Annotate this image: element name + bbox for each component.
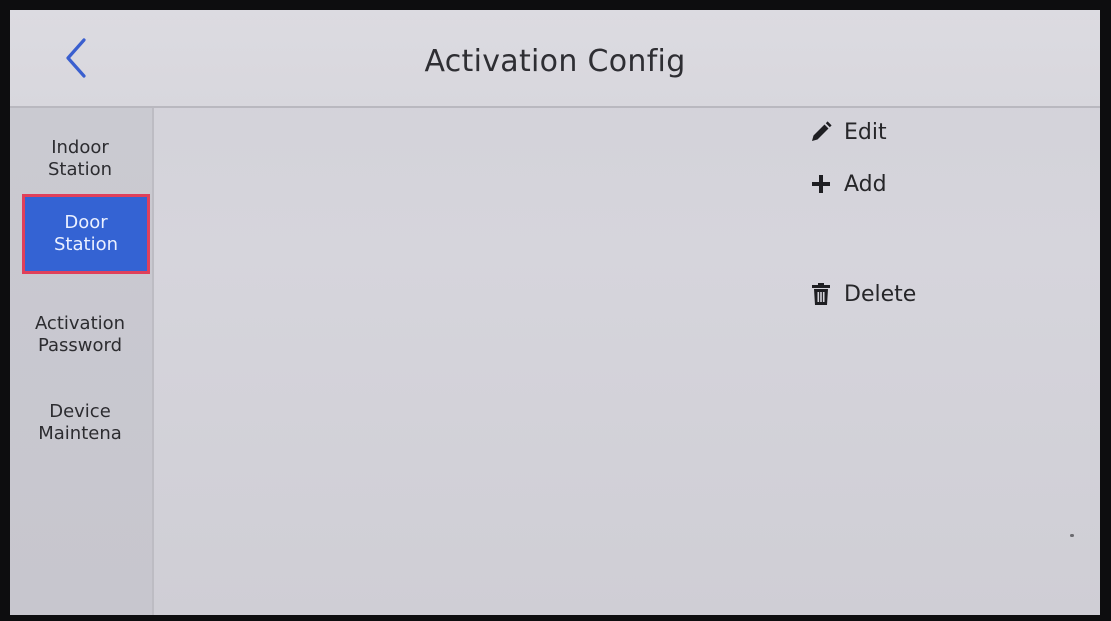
sidebar-item-indoor-station[interactable]: Indoor Station: [14, 122, 146, 196]
edit-button[interactable]: Edit: [808, 116, 887, 148]
plus-icon: [808, 171, 834, 197]
trash-icon: [808, 281, 834, 307]
page-title: Activation Config: [424, 44, 686, 79]
add-button[interactable]: Add: [808, 168, 887, 200]
device-screen: Activation Config Indoor Station Door St…: [10, 10, 1100, 615]
pencil-icon: [808, 119, 834, 145]
header-bar: Activation Config: [10, 10, 1100, 108]
sidebar-item-door-station[interactable]: Door Station: [22, 194, 150, 274]
sidebar-item-device-maintenance[interactable]: Device Maintena: [14, 386, 146, 460]
sidebar-item-activation-password[interactable]: Activation Password: [14, 298, 146, 372]
add-label: Add: [844, 171, 887, 197]
sidebar: Indoor Station Door Station Activation P…: [10, 108, 154, 615]
screen-speck: [1070, 534, 1074, 537]
delete-label: Delete: [844, 281, 917, 307]
delete-button[interactable]: Delete: [808, 278, 916, 310]
edit-label: Edit: [844, 119, 887, 145]
